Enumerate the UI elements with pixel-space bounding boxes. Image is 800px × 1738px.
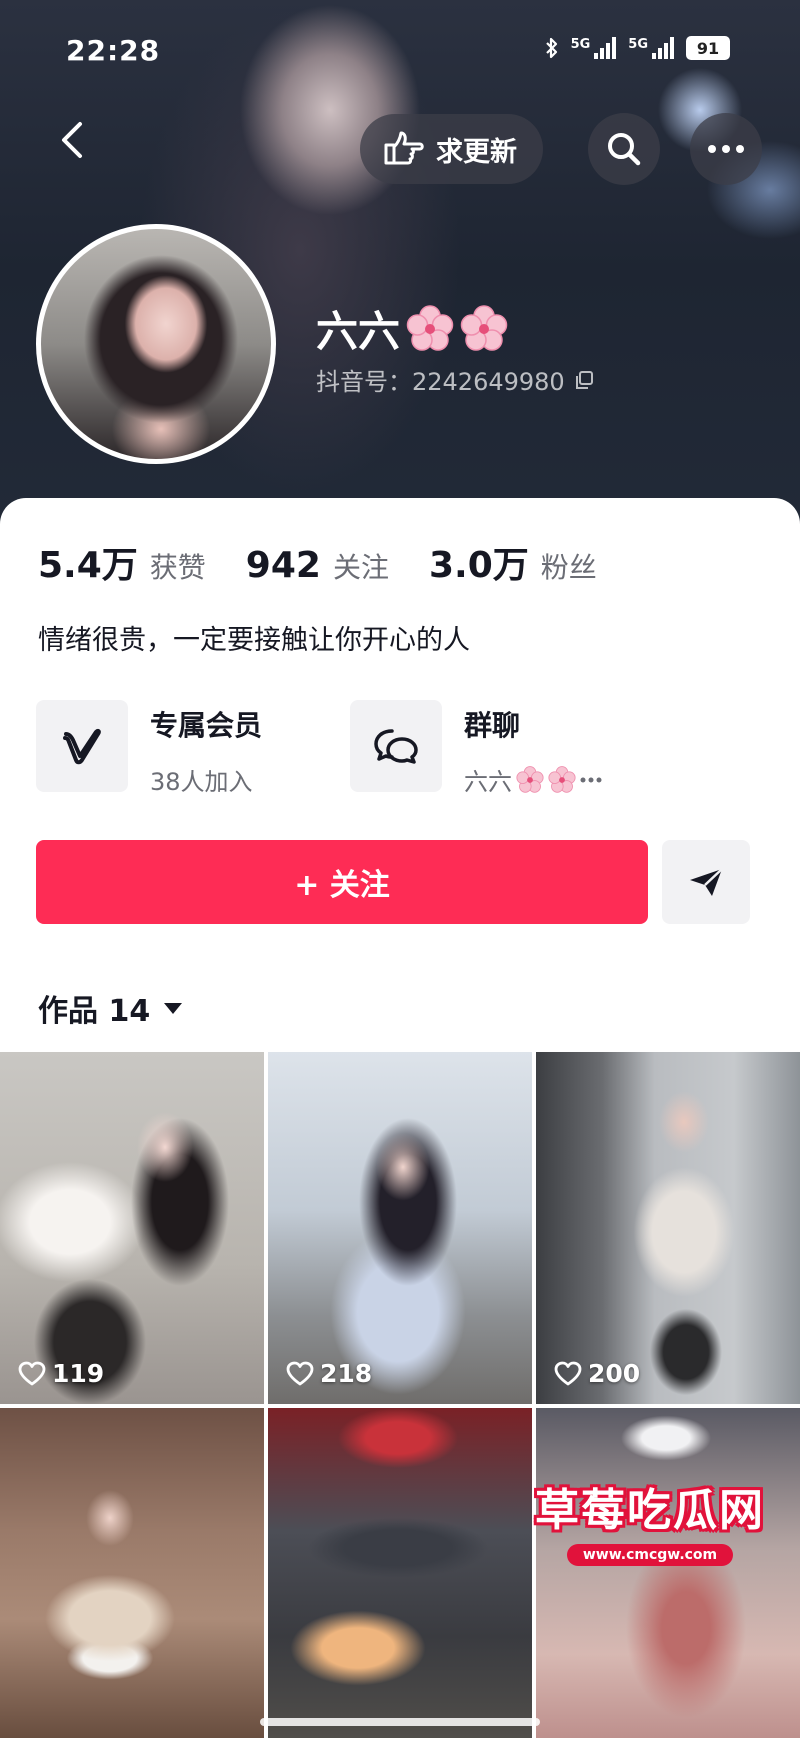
video-likes: 218: [286, 1359, 372, 1388]
group-chat-entry[interactable]: 群聊 六六: [350, 700, 602, 797]
group-chat-title: 群聊: [464, 709, 521, 742]
send-icon: [690, 868, 723, 896]
group-chat-sub: 六六: [464, 762, 602, 797]
signal-icon-1: 5G: [571, 37, 617, 59]
watermark-url: www.cmcgw.com: [566, 1544, 734, 1566]
chat-bubbles-icon: [374, 729, 418, 764]
video-likes: 119: [18, 1359, 104, 1388]
membership-entry[interactable]: 专属会员 38人加入: [36, 700, 262, 797]
likes-label: 获赞: [149, 551, 206, 584]
heart-icon: [554, 1361, 582, 1385]
douyin-id[interactable]: 抖音号：2242649980: [316, 362, 595, 397]
fans-label: 粉丝: [540, 551, 597, 584]
profile-name-text: 六六: [316, 307, 401, 356]
more-icon: [708, 145, 744, 153]
video-grid: 119 218 200: [0, 1052, 800, 1738]
search-button[interactable]: [588, 113, 660, 185]
cherry-blossom-icon: [406, 304, 454, 351]
battery-icon: 91: [686, 36, 730, 60]
membership-sub: 38人加入: [150, 768, 253, 796]
video-thumbnail[interactable]: 119: [0, 1052, 264, 1404]
back-arrow-icon: [62, 122, 82, 158]
cherry-blossom-icon: [548, 765, 576, 793]
status-icons: 5G 5G 91: [545, 36, 730, 60]
heart-icon: [286, 1361, 314, 1385]
likes-count[interactable]: 5.4万: [38, 536, 138, 588]
share-button[interactable]: [662, 840, 750, 924]
v-badge-icon: [63, 728, 101, 765]
video-likes: 200: [554, 1359, 640, 1388]
network-type-1: 5G: [570, 37, 591, 52]
tab-works[interactable]: 作品 14: [38, 986, 183, 1030]
status-bar: 22:28 5G 5G 91: [0, 0, 800, 100]
follow-button[interactable]: + 关注: [36, 840, 648, 924]
following-count[interactable]: 942: [246, 545, 321, 586]
video-likes-count: 200: [588, 1359, 641, 1388]
fans-count[interactable]: 3.0万: [429, 536, 529, 588]
group-chat-sub-text: 六六: [464, 768, 512, 796]
heart-icon: [18, 1361, 46, 1385]
group-chat-icon-box: [350, 700, 442, 792]
group-chat-text: 群聊 六六: [464, 704, 602, 797]
request-update-button[interactable]: 求更新: [360, 114, 543, 184]
ellipsis-icon: [580, 777, 602, 782]
signal-icon-2: 5G: [628, 37, 674, 59]
cherry-blossom-icon: [460, 304, 508, 351]
search-icon: [608, 133, 641, 166]
video-thumbnail[interactable]: 218: [268, 1052, 532, 1404]
video-likes-count: 119: [52, 1359, 105, 1388]
watermark-title: 草莓吃瓜网: [535, 1485, 765, 1536]
profile-name: 六六: [316, 298, 508, 359]
request-update-label: 求更新: [436, 136, 517, 168]
membership-text: 专属会员 38人加入: [150, 704, 262, 797]
caret-down-icon: [164, 1002, 183, 1014]
copy-icon[interactable]: [573, 369, 595, 391]
tab-works-label: 作品 14: [38, 994, 151, 1029]
video-thumbnail[interactable]: [268, 1408, 532, 1738]
following-label: 关注: [332, 551, 389, 584]
profile-stats: 5.4万 获赞 942 关注 3.0万 粉丝: [38, 536, 637, 588]
bluetooth-icon: [545, 37, 557, 59]
home-indicator[interactable]: [260, 1718, 540, 1726]
more-button[interactable]: [690, 113, 762, 185]
cherry-blossom-icon: [516, 765, 544, 793]
membership-icon-box: [36, 700, 128, 792]
status-time: 22:28: [66, 34, 161, 67]
site-watermark: 草莓吃瓜网 www.cmcgw.com: [530, 1460, 770, 1580]
network-type-2: 5G: [628, 37, 648, 52]
video-thumbnail[interactable]: 200: [536, 1052, 800, 1404]
video-likes-count: 218: [320, 1359, 373, 1388]
hand-pointing-icon: [384, 131, 424, 165]
profile-bio: 情绪很贵，一定要接触让你开心的人: [38, 625, 470, 656]
back-button[interactable]: [50, 116, 98, 164]
douyin-id-text: 抖音号：2242649980: [316, 368, 565, 396]
avatar[interactable]: [36, 224, 276, 464]
video-thumbnail[interactable]: [0, 1408, 264, 1738]
membership-title: 专属会员: [150, 709, 263, 742]
